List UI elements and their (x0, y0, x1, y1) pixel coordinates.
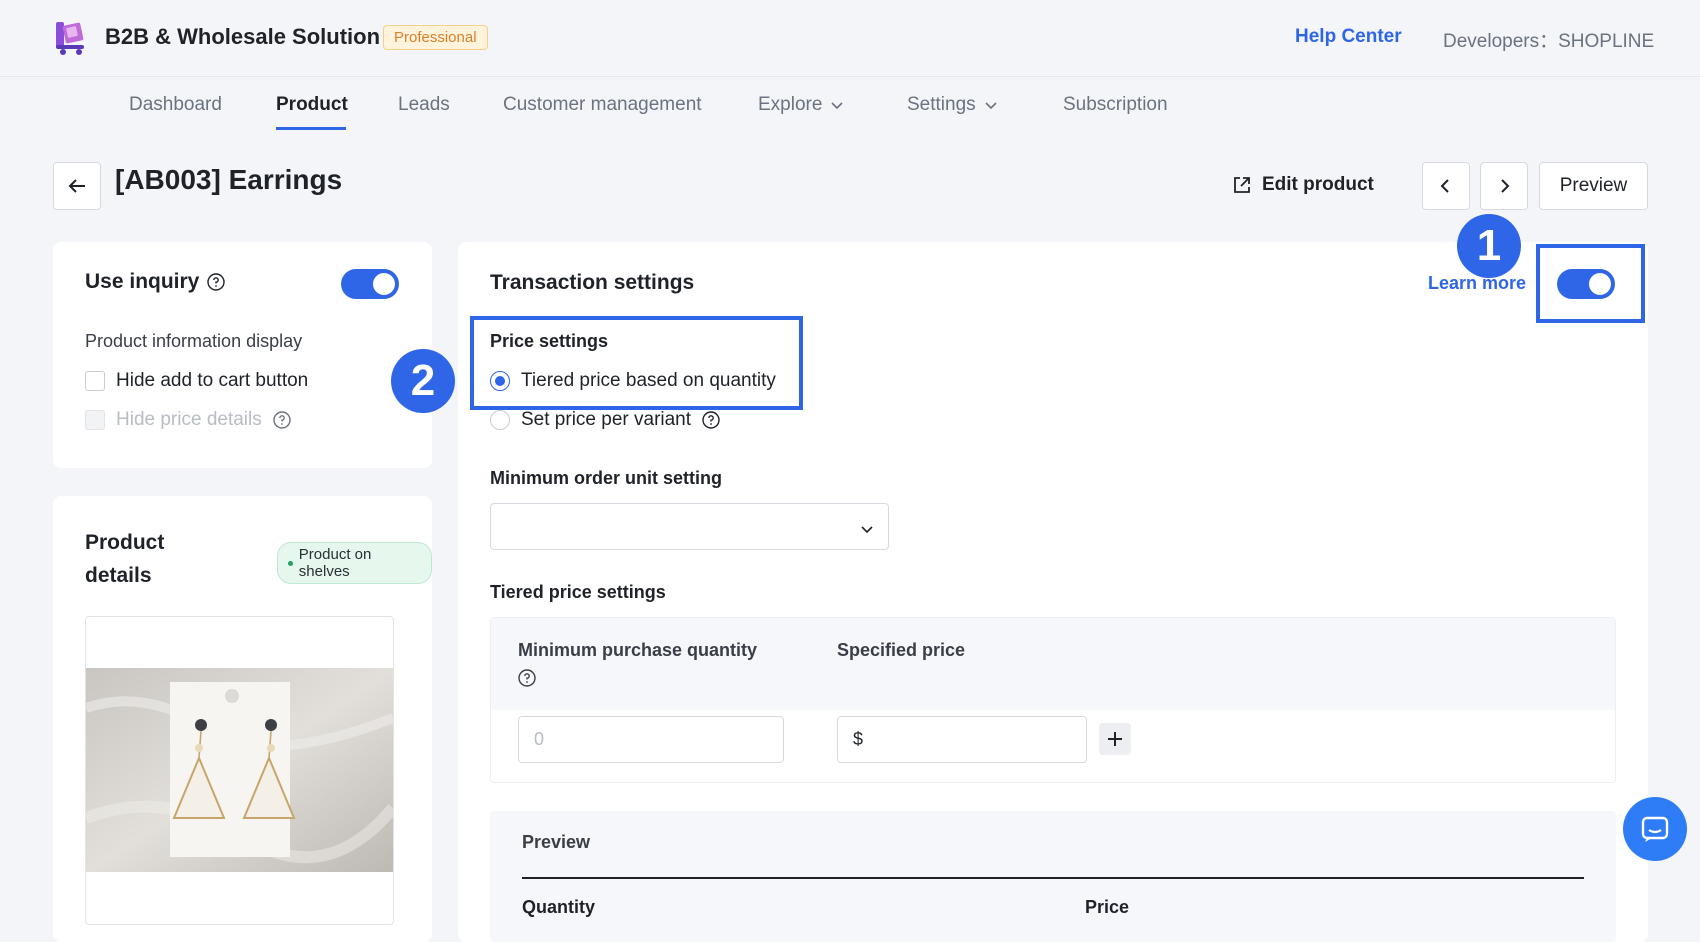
developers-label: Developers：SHOPLINE (1443, 31, 1655, 52)
product-details-card: Product details Product on shelves (53, 496, 432, 942)
tiered-price-table: Minimum purchase quantity Specified pric… (490, 617, 1616, 783)
variant-price-radio[interactable] (490, 410, 510, 430)
nav-label: Subscription (1063, 94, 1168, 115)
product-image (86, 668, 393, 872)
hide-add-to-cart-checkbox[interactable] (85, 371, 105, 391)
step-2-badge: 2 (391, 349, 455, 413)
app-header: B2B & Wholesale Solution Professional He… (0, 0, 1700, 77)
status-badge: Product on shelves (277, 542, 432, 584)
hide-price-details-checkbox (85, 410, 105, 430)
nav-active-indicator (276, 127, 346, 130)
chevron-down-icon (985, 102, 997, 110)
learn-more-link[interactable]: Learn more (1428, 273, 1526, 294)
chevron-down-icon (861, 526, 873, 534)
preview-label: Preview (522, 832, 591, 852)
chat-support-button[interactable] (1623, 797, 1687, 861)
nav-label: Leads (398, 94, 450, 115)
price-prefix: $ (853, 729, 864, 749)
min-qty-placeholder: 0 (534, 729, 545, 749)
nav-customer-management[interactable]: Customer management (503, 94, 702, 116)
chevron-right-icon (1501, 179, 1510, 193)
price-preview-panel: Preview Quantity Price (490, 811, 1616, 942)
plus-icon (1108, 732, 1122, 746)
min-qty-column-header: Minimum purchase quantity (518, 640, 758, 660)
tiered-price-table-header: Minimum purchase quantity Specified pric… (491, 618, 1615, 710)
arrow-left-icon (68, 179, 85, 193)
add-tier-button[interactable] (1099, 723, 1131, 755)
highlight-box-price-settings (470, 316, 803, 410)
nav-leads[interactable]: Leads (398, 94, 450, 116)
preview-price-header: Price (1085, 897, 1130, 917)
preview-divider (522, 877, 1584, 879)
variant-price-option[interactable]: Set price per variant (490, 409, 720, 431)
price-input[interactable]: $ (837, 716, 1087, 763)
page-title: [AB003] Earrings (115, 164, 343, 195)
plan-badge: Professional (383, 25, 488, 50)
min-order-unit-select[interactable] (490, 503, 889, 550)
product-image-frame (85, 616, 394, 925)
app-title: B2B & Wholesale Solution (105, 24, 381, 49)
nav-label: Product (276, 94, 348, 115)
next-product-button[interactable] (1480, 162, 1528, 210)
nav-label: Settings (907, 94, 976, 115)
hide-add-to-cart-option[interactable]: Hide add to cart button (85, 370, 308, 392)
cart-logo-icon (56, 22, 84, 55)
nav-subscription[interactable]: Subscription (1063, 94, 1168, 116)
tiered-price-settings-label: Tiered price settings (490, 582, 666, 602)
help-circle-icon[interactable] (207, 273, 226, 291)
chevron-down-icon (831, 102, 843, 110)
edit-product-button[interactable]: Edit product (1232, 174, 1374, 196)
variant-price-label: Set price per variant (521, 409, 692, 430)
preview-quantity-header: Quantity (522, 897, 596, 917)
use-inquiry-label: Use inquiry (85, 270, 200, 293)
product-details-title-line: Product (85, 531, 165, 554)
nav-settings[interactable]: Settings (907, 94, 998, 116)
prev-product-button[interactable] (1422, 162, 1470, 210)
help-circle-icon[interactable] (273, 411, 291, 429)
min-qty-input[interactable]: 0 (518, 716, 784, 763)
edit-product-label: Edit product (1262, 174, 1374, 195)
hide-price-details-option: Hide price details (85, 409, 291, 431)
preview-button[interactable]: Preview (1539, 162, 1648, 210)
status-badge-label: Product on shelves (298, 546, 372, 580)
chat-icon (1641, 816, 1669, 842)
min-order-unit-label: Minimum order unit setting (490, 468, 722, 488)
highlight-box-toggle (1536, 244, 1645, 323)
nav-product[interactable]: Product (276, 94, 348, 116)
help-circle-icon[interactable] (702, 411, 720, 429)
nav-label: Customer management (503, 94, 702, 115)
inquiry-card: Use inquiry Product information display … (53, 242, 432, 468)
product-details-title: Product details (85, 526, 164, 592)
hide-price-details-label: Hide price details (116, 409, 262, 430)
status-dot-icon (288, 560, 293, 566)
help-circle-icon[interactable] (518, 669, 536, 687)
chevron-left-icon (1440, 179, 1449, 193)
nav-label: Explore (758, 94, 823, 115)
step-1-badge: 1 (1457, 214, 1521, 278)
back-button[interactable] (53, 162, 101, 210)
nav-dashboard[interactable]: Dashboard (129, 94, 222, 116)
hide-add-to-cart-label: Hide add to cart button (116, 370, 309, 391)
main-nav: Dashboard Product Leads Customer managem… (0, 78, 1700, 130)
transaction-settings-title: Transaction settings (490, 271, 695, 294)
price-column-header: Specified price (837, 640, 966, 660)
external-link-icon (1234, 177, 1250, 193)
nav-label: Dashboard (129, 94, 222, 115)
info-display-label: Product information display (85, 331, 303, 351)
product-details-title-line: details (85, 564, 152, 587)
nav-explore[interactable]: Explore (758, 94, 844, 116)
help-center-link[interactable]: Help Center (1295, 26, 1402, 48)
use-inquiry-toggle[interactable] (341, 269, 399, 299)
